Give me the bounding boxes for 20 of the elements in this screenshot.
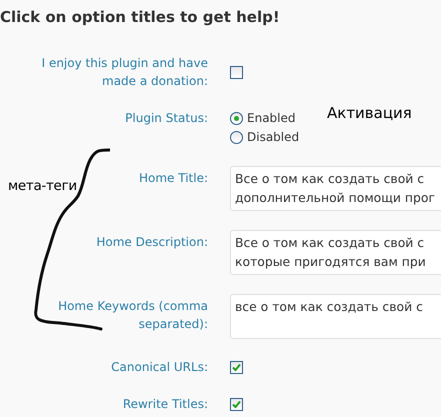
checkbox[interactable] bbox=[230, 398, 243, 411]
option-label[interactable]: Home Keywords (comma separated): bbox=[16, 294, 208, 333]
radio-button[interactable] bbox=[230, 131, 243, 144]
text-area[interactable]: Все о том как создать свой с дополнительной помощи прог bbox=[230, 166, 441, 211]
option-label[interactable]: I enjoy this plugin and have made a donation: bbox=[16, 54, 208, 90]
handwritten-note: Активация bbox=[327, 104, 412, 122]
option-label[interactable]: Plugin Status: bbox=[125, 109, 208, 127]
option-label[interactable]: Home Title: bbox=[138, 166, 208, 187]
handwritten-note: мета-теги bbox=[8, 178, 77, 194]
checkbox[interactable] bbox=[230, 66, 243, 78]
radio-label[interactable]: Enabled bbox=[247, 109, 296, 128]
checkbox[interactable] bbox=[230, 361, 243, 374]
radio-button[interactable] bbox=[230, 112, 243, 125]
text-area[interactable]: все о том как создать свой с bbox=[230, 294, 441, 339]
option-label[interactable]: Rewrite Titles: bbox=[122, 395, 208, 413]
option-label[interactable]: Home Description: bbox=[96, 230, 208, 251]
option-label[interactable]: Canonical URLs: bbox=[111, 358, 208, 376]
page-heading: Click on option titles to get help! bbox=[0, 7, 281, 27]
text-area[interactable]: Все о том как создать свой с которые пригодятся вам при bbox=[230, 230, 441, 275]
radio-label[interactable]: Disabled bbox=[247, 128, 300, 147]
